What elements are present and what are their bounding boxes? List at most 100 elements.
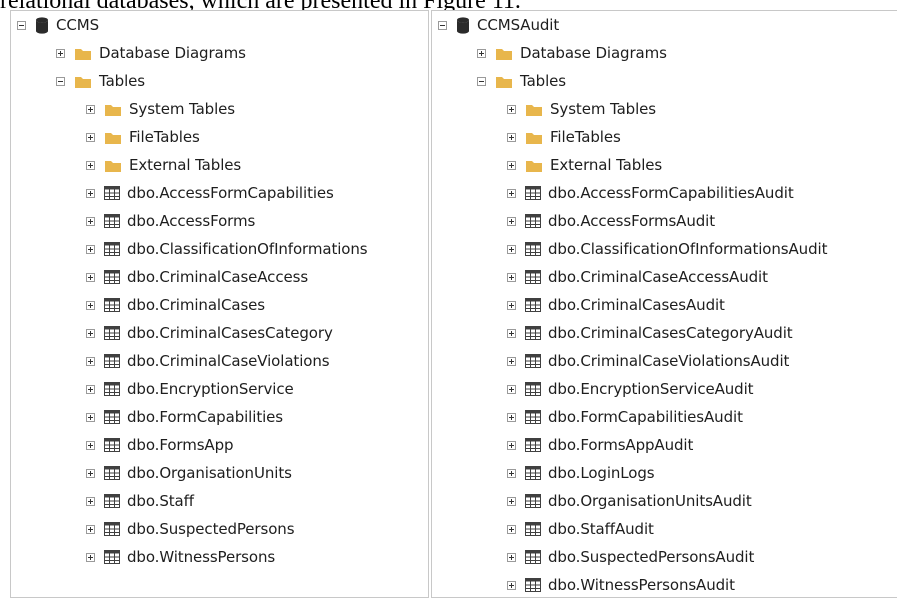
expand-icon[interactable]	[507, 580, 516, 590]
tree-node-table[interactable]: dbo.WitnessPersonsAudit	[432, 571, 897, 597]
node-label: dbo.CriminalCaseViolations	[127, 352, 330, 370]
tree-node-folder[interactable]: External Tables	[432, 151, 897, 179]
tree-node-folder[interactable]: External Tables	[11, 151, 428, 179]
expand-icon[interactable]	[56, 48, 65, 58]
expand-icon[interactable]	[507, 272, 516, 282]
expand-icon[interactable]	[86, 356, 95, 366]
tree-node-table[interactable]: dbo.CriminalCaseViolations	[11, 347, 428, 375]
expand-icon[interactable]	[507, 468, 516, 478]
tree-node-table[interactable]: dbo.StaffAudit	[432, 515, 897, 543]
tree-node-table[interactable]: dbo.AccessFormCapabilitiesAudit	[432, 179, 897, 207]
tree-node-table[interactable]: dbo.SuspectedPersons	[11, 515, 428, 543]
tree-node-table[interactable]: dbo.FormCapabilities	[11, 403, 428, 431]
collapse-icon[interactable]	[438, 20, 447, 30]
tree-node-table[interactable]: dbo.EncryptionServiceAudit	[432, 375, 897, 403]
table-icon	[104, 298, 120, 312]
expand-icon[interactable]	[507, 300, 516, 310]
expand-icon[interactable]	[507, 496, 516, 506]
tree-node-table[interactable]: dbo.CriminalCasesCategoryAudit	[432, 319, 897, 347]
node-label: FileTables	[129, 128, 200, 146]
tree-node-table[interactable]: dbo.ClassificationOfInformationsAudit	[432, 235, 897, 263]
expand-icon[interactable]	[507, 328, 516, 338]
tree-node-folder[interactable]: FileTables	[432, 123, 897, 151]
object-explorer-pane-left[interactable]: CCMS Database Diagrams Tables System Tables…	[10, 10, 429, 598]
node-label: dbo.OrganisationUnitsAudit	[548, 492, 752, 510]
tree-node-folder[interactable]: System Tables	[11, 95, 428, 123]
expand-icon[interactable]	[507, 216, 516, 226]
expand-icon[interactable]	[507, 188, 516, 198]
expand-icon[interactable]	[507, 244, 516, 254]
expand-icon[interactable]	[507, 552, 516, 562]
node-label: Tables	[99, 72, 146, 90]
tree-node-table[interactable]: dbo.WitnessPersons	[11, 543, 428, 571]
tree-node-table[interactable]: dbo.CriminalCasesAudit	[432, 291, 897, 319]
tree-node-folder[interactable]: Tables	[432, 67, 897, 95]
expand-icon[interactable]	[507, 412, 516, 422]
tree-node-table[interactable]: dbo.CriminalCasesCategory	[11, 319, 428, 347]
tree-node-database[interactable]: CCMSAudit	[432, 11, 897, 39]
expand-icon[interactable]	[86, 160, 95, 170]
collapse-icon[interactable]	[56, 76, 65, 86]
tree-node-table[interactable]: dbo.SuspectedPersonsAudit	[432, 543, 897, 571]
expand-icon[interactable]	[86, 272, 95, 282]
node-label: dbo.AccessForms	[127, 212, 256, 230]
expand-icon[interactable]	[86, 524, 95, 534]
table-icon	[525, 550, 541, 564]
expand-icon[interactable]	[86, 496, 95, 506]
expand-icon[interactable]	[86, 188, 95, 198]
expand-icon[interactable]	[86, 468, 95, 478]
tree-node-table[interactable]: dbo.Staff	[11, 487, 428, 515]
expand-icon[interactable]	[86, 244, 95, 254]
expand-icon[interactable]	[507, 132, 516, 142]
collapse-icon[interactable]	[477, 76, 486, 86]
expand-icon[interactable]	[507, 384, 516, 394]
tree-node-table[interactable]: dbo.CriminalCases	[11, 291, 428, 319]
tree-node-table[interactable]: dbo.FormsApp	[11, 431, 428, 459]
expand-icon[interactable]	[507, 440, 516, 450]
tree-node-table[interactable]: dbo.EncryptionService	[11, 375, 428, 403]
expand-icon[interactable]	[507, 356, 516, 366]
expand-icon[interactable]	[86, 552, 95, 562]
tree-node-table[interactable]: dbo.AccessForms	[11, 207, 428, 235]
expand-icon[interactable]	[86, 216, 95, 226]
tree-node-table[interactable]: dbo.CriminalCaseAccess	[11, 263, 428, 291]
folder-icon	[525, 158, 543, 173]
expand-icon[interactable]	[507, 160, 516, 170]
expand-icon[interactable]	[86, 104, 95, 114]
expand-icon[interactable]	[507, 524, 516, 534]
tree-node-folder[interactable]: Database Diagrams	[432, 39, 897, 67]
node-label: dbo.FormsApp	[127, 436, 234, 454]
tree-node-table[interactable]: dbo.AccessFormsAudit	[432, 207, 897, 235]
tree-node-database[interactable]: CCMS	[11, 11, 428, 39]
tree-node-table[interactable]: dbo.OrganisationUnits	[11, 459, 428, 487]
tree-node-folder[interactable]: Database Diagrams	[11, 39, 428, 67]
expand-icon[interactable]	[477, 48, 486, 58]
expand-icon[interactable]	[86, 384, 95, 394]
expand-icon[interactable]	[86, 412, 95, 422]
tree-node-table[interactable]: dbo.FormsAppAudit	[432, 431, 897, 459]
folder-icon	[104, 102, 122, 117]
table-icon	[525, 214, 541, 228]
expand-icon[interactable]	[86, 328, 95, 338]
tree-node-folder[interactable]: FileTables	[11, 123, 428, 151]
tree-node-table[interactable]: dbo.OrganisationUnitsAudit	[432, 487, 897, 515]
tree-node-folder[interactable]: System Tables	[432, 95, 897, 123]
tree-node-table[interactable]: dbo.CriminalCaseViolationsAudit	[432, 347, 897, 375]
expand-icon[interactable]	[86, 300, 95, 310]
expand-icon[interactable]	[507, 104, 516, 114]
node-label: System Tables	[129, 100, 236, 118]
tree-node-table[interactable]: dbo.FormCapabilitiesAudit	[432, 403, 897, 431]
object-explorer-pane-right[interactable]: CCMSAudit Database Diagrams Tables System T…	[431, 10, 897, 598]
tree-node-table[interactable]: dbo.LoginLogs	[432, 459, 897, 487]
table-icon	[525, 186, 541, 200]
tree-node-folder[interactable]: Tables	[11, 67, 428, 95]
tree-node-table[interactable]: dbo.AccessFormCapabilities	[11, 179, 428, 207]
tree-node-table[interactable]: dbo.ClassificationOfInformations	[11, 235, 428, 263]
expand-icon[interactable]	[86, 440, 95, 450]
collapse-icon[interactable]	[17, 20, 26, 30]
tree-node-table[interactable]: dbo.CriminalCaseAccessAudit	[432, 263, 897, 291]
folder-icon	[495, 46, 513, 61]
node-label: dbo.CriminalCasesCategory	[127, 324, 333, 342]
expand-icon[interactable]	[86, 132, 95, 142]
node-label: dbo.AccessFormsAudit	[548, 212, 716, 230]
